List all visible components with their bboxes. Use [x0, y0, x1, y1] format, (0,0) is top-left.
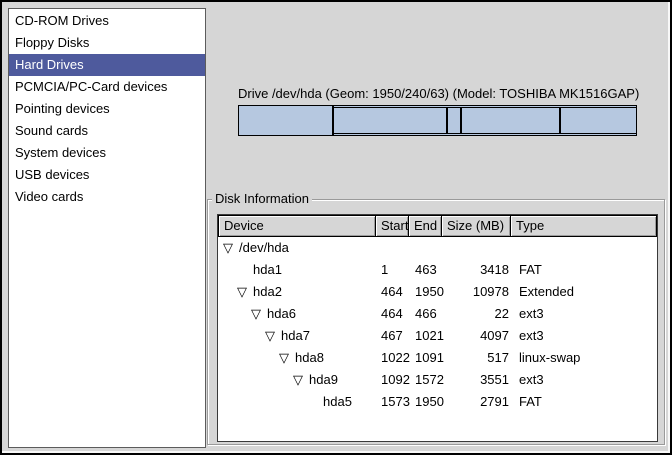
start-cell: 1: [376, 259, 410, 281]
size-cell: 3418: [444, 259, 514, 281]
size-cell: 22: [444, 303, 514, 325]
size-cell: [444, 237, 514, 259]
device-cell: ▽hda2: [218, 281, 376, 303]
type-cell: [514, 237, 657, 259]
type-cell: linux-swap: [514, 347, 657, 369]
start-cell: 464: [376, 303, 410, 325]
type-cell: ext3: [514, 369, 657, 391]
type-cell: FAT: [514, 259, 657, 281]
column-header-type[interactable]: Type: [510, 215, 657, 237]
expander-open-icon[interactable]: ▽: [237, 281, 253, 303]
table-row-hda5[interactable]: hda5 157319502791FAT: [218, 391, 657, 413]
table-header-row: DeviceStartEndSize (MB)Type: [218, 215, 657, 237]
end-cell: 1950: [410, 281, 444, 303]
column-header-end[interactable]: End: [408, 215, 442, 237]
end-cell: 1021: [410, 325, 444, 347]
end-cell: 466: [410, 303, 444, 325]
sidebar-item-pointing-devices[interactable]: Pointing devices: [9, 98, 205, 120]
bar-segment-hda8: [447, 107, 461, 134]
sidebar-item-system-devices[interactable]: System devices: [9, 142, 205, 164]
table-row-hda9[interactable]: ▽hda9109215723551ext3: [218, 369, 657, 391]
device-name: /dev/hda: [239, 240, 289, 255]
bar-segment-hda5: [560, 107, 637, 134]
start-cell: 1022: [376, 347, 410, 369]
table-row-hda7[interactable]: ▽hda746710214097ext3: [218, 325, 657, 347]
expander-open-icon[interactable]: ▽: [279, 347, 295, 369]
table-row-hda1[interactable]: hda1 14633418FAT: [218, 259, 657, 281]
end-cell: 463: [410, 259, 444, 281]
device-cell: hda1: [218, 259, 376, 281]
sidebar-item-sound-cards[interactable]: Sound cards: [9, 120, 205, 142]
drive-info-label: Drive /dev/hda (Geom: 1950/240/63) (Mode…: [238, 86, 639, 101]
device-cell: ▽hda7: [218, 325, 376, 347]
disk-information-table: DeviceStartEndSize (MB)Type ▽/dev/hdahda…: [217, 214, 658, 442]
device-name: hda7: [281, 328, 310, 343]
table-body: ▽/dev/hdahda114633418FAT▽hda246419501097…: [218, 237, 657, 413]
end-cell: [410, 237, 444, 259]
device-name: hda6: [267, 306, 296, 321]
table-row-hda6[interactable]: ▽hda646446622ext3: [218, 303, 657, 325]
table-row-hda8[interactable]: ▽hda810221091517linux-swap: [218, 347, 657, 369]
start-cell: [376, 237, 410, 259]
table-row-dev-hda[interactable]: ▽/dev/hda: [218, 237, 657, 259]
column-header-start[interactable]: Start: [375, 215, 409, 237]
device-name: hda5: [323, 394, 352, 409]
device-name: hda9: [309, 372, 338, 387]
device-cell: ▽/dev/hda: [218, 237, 376, 259]
end-cell: 1572: [410, 369, 444, 391]
start-cell: 467: [376, 325, 410, 347]
bar-segment-hda7: [333, 107, 447, 134]
sidebar-item-floppy-disks[interactable]: Floppy Disks: [9, 32, 205, 54]
size-cell: 517: [444, 347, 514, 369]
partition-bar: [238, 105, 637, 136]
device-name: hda1: [253, 262, 282, 277]
device-cell: hda5: [218, 391, 376, 413]
sidebar-item-usb-devices[interactable]: USB devices: [9, 164, 205, 186]
type-cell: ext3: [514, 325, 657, 347]
expander-open-icon[interactable]: ▽: [223, 237, 239, 259]
size-cell: 10978: [444, 281, 514, 303]
sidebar-item-video-cards[interactable]: Video cards: [9, 186, 205, 208]
expander-open-icon[interactable]: ▽: [293, 369, 309, 391]
size-cell: 4097: [444, 325, 514, 347]
device-cell: ▽hda6: [218, 303, 376, 325]
device-category-list: CD-ROM DrivesFloppy DisksHard DrivesPCMC…: [8, 8, 206, 448]
table-row-hda2[interactable]: ▽hda2464195010978Extended: [218, 281, 657, 303]
sidebar-item-pcmcia-pc-card-devices[interactable]: PCMCIA/PC-Card devices: [9, 76, 205, 98]
device-name: hda8: [295, 350, 324, 365]
bar-segment-hda1: [238, 105, 333, 136]
column-header-device[interactable]: Device: [218, 215, 376, 237]
expander-open-icon[interactable]: ▽: [265, 325, 281, 347]
size-cell: 3551: [444, 369, 514, 391]
bar-segment-hda9: [461, 107, 559, 134]
column-header-size-mb[interactable]: Size (MB): [441, 215, 511, 237]
start-cell: 1573: [376, 391, 410, 413]
disk-information-frame: Disk Information DeviceStartEndSize (MB)…: [207, 199, 665, 445]
size-cell: 2791: [444, 391, 514, 413]
device-cell: ▽hda8: [218, 347, 376, 369]
device-cell: ▽hda9: [218, 369, 376, 391]
disk-information-frame-label: Disk Information: [212, 191, 312, 207]
end-cell: 1091: [410, 347, 444, 369]
start-cell: 1092: [376, 369, 410, 391]
device-name: hda2: [253, 284, 282, 299]
expander-open-icon[interactable]: ▽: [251, 303, 267, 325]
type-cell: FAT: [514, 391, 657, 413]
sidebar-item-hard-drives[interactable]: Hard Drives: [9, 54, 205, 76]
end-cell: 1950: [410, 391, 444, 413]
start-cell: 464: [376, 281, 410, 303]
sidebar-item-cd-rom-drives[interactable]: CD-ROM Drives: [9, 10, 205, 32]
type-cell: Extended: [514, 281, 657, 303]
type-cell: ext3: [514, 303, 657, 325]
